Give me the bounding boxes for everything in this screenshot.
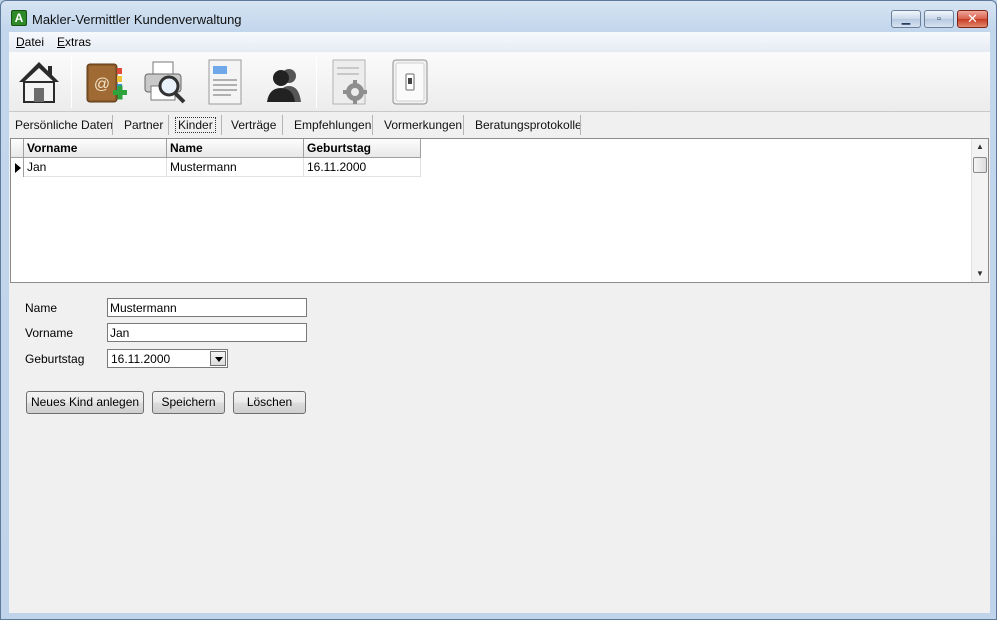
children-grid[interactable]: Vorname Name Geburtstag Jan Mustermann 1… xyxy=(10,138,989,283)
column-header-vorname[interactable]: Vorname xyxy=(24,139,167,158)
minimize-icon: ▁ xyxy=(901,13,911,25)
scroll-up-icon[interactable]: ▲ xyxy=(972,139,988,155)
table-cell-geburtstag[interactable]: 16.11.2000 xyxy=(304,158,421,177)
tab-separator xyxy=(580,115,581,135)
date-dropdown-button[interactable] xyxy=(210,351,226,366)
delete-button[interactable]: Löschen xyxy=(233,391,306,414)
close-icon: ✕ xyxy=(967,11,978,26)
exit-button[interactable] xyxy=(385,56,435,108)
tab-empfehlungen[interactable]: Empfehlungen xyxy=(294,118,371,132)
tab-vormerkungen[interactable]: Vormerkungen xyxy=(384,118,462,132)
menu-extras[interactable]: Extras xyxy=(57,35,91,49)
new-child-button[interactable]: Neues Kind anlegen xyxy=(26,391,144,414)
toolbar-separator xyxy=(71,56,72,108)
maximize-icon: ▫ xyxy=(937,13,941,25)
tab-beratungsprotokolle[interactable]: Beratungsprotokolle xyxy=(475,118,582,132)
window-title: Makler-Vermittler Kundenverwaltung xyxy=(32,12,242,27)
maximize-button[interactable]: ▫ xyxy=(924,10,954,28)
document-button[interactable] xyxy=(199,56,249,108)
geburtstag-date-picker[interactable]: 16.11.2000 xyxy=(107,349,228,368)
contacts-icon xyxy=(267,69,301,102)
table-cell-name[interactable]: Mustermann xyxy=(167,158,304,177)
address-book-add-icon: @ xyxy=(86,63,127,103)
tab-separator xyxy=(463,115,464,135)
toolbar: @ xyxy=(9,52,990,112)
home-button[interactable] xyxy=(14,56,64,108)
tab-vertraege[interactable]: Verträge xyxy=(231,118,276,132)
vorname-field[interactable] xyxy=(107,323,307,342)
scroll-thumb[interactable] xyxy=(973,157,987,173)
title-bar[interactable]: A Makler-Vermittler Kundenverwaltung ▁ ▫… xyxy=(1,1,996,32)
chevron-down-icon xyxy=(215,357,223,362)
tab-separator xyxy=(168,115,169,135)
tab-partner[interactable]: Partner xyxy=(124,118,163,132)
tab-persoenliche-daten[interactable]: Persönliche Daten xyxy=(15,118,113,132)
menu-bar: Datei Extras xyxy=(9,32,990,52)
tab-separator xyxy=(221,115,222,135)
vorname-label: Vorname xyxy=(25,326,74,340)
client-area: Datei Extras @ Persönliche Daten Partner… xyxy=(9,32,990,613)
name-field[interactable] xyxy=(107,298,307,317)
menu-datei[interactable]: Datei xyxy=(16,35,44,49)
new-customer-button[interactable]: @ xyxy=(81,56,131,108)
tab-separator xyxy=(112,115,113,135)
save-button[interactable]: Speichern xyxy=(152,391,225,414)
table-cell-vorname[interactable]: Jan xyxy=(24,158,167,177)
tab-separator xyxy=(282,115,283,135)
tab-strip: Persönliche Daten Partner Kinder Verträg… xyxy=(9,112,990,137)
home-icon xyxy=(19,62,59,103)
geburtstag-value: 16.11.2000 xyxy=(111,352,171,366)
grid-corner xyxy=(11,139,24,158)
app-icon: A xyxy=(11,10,27,26)
settings-button[interactable] xyxy=(325,56,375,108)
name-label: Name xyxy=(25,301,58,315)
toolbar-separator xyxy=(316,56,317,108)
geburtstag-label: Geburtstag xyxy=(25,352,85,366)
print-preview-button[interactable] xyxy=(139,56,189,108)
print-preview-icon xyxy=(144,61,186,104)
contacts-button[interactable] xyxy=(259,56,309,108)
column-header-geburtstag[interactable]: Geburtstag xyxy=(304,139,421,158)
tab-separator xyxy=(372,115,373,135)
exit-switch-icon xyxy=(392,59,428,105)
settings-document-icon xyxy=(332,59,367,105)
tab-kinder[interactable]: Kinder xyxy=(175,117,216,133)
document-icon xyxy=(208,59,242,105)
current-row-icon xyxy=(15,163,21,173)
app-window: A Makler-Vermittler Kundenverwaltung ▁ ▫… xyxy=(0,0,997,620)
scroll-down-icon[interactable]: ▼ xyxy=(972,266,988,282)
vertical-scrollbar[interactable]: ▲ ▼ xyxy=(971,139,988,282)
column-header-name[interactable]: Name xyxy=(167,139,304,158)
row-selector[interactable] xyxy=(11,158,24,177)
svg-text:@: @ xyxy=(94,76,110,93)
close-button[interactable]: ✕ xyxy=(957,10,988,28)
minimize-button[interactable]: ▁ xyxy=(891,10,921,28)
